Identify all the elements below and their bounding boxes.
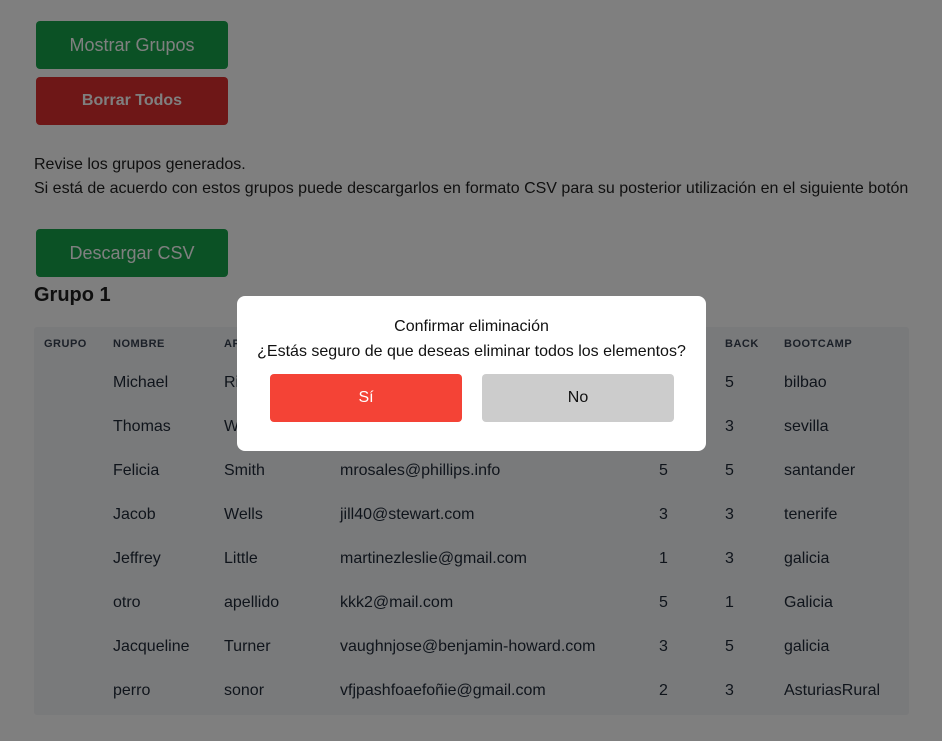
dialog-title: Confirmar eliminación (394, 318, 549, 335)
confirm-dialog: Confirmar eliminación ¿Estás seguro de q… (237, 296, 706, 451)
confirm-yes-button[interactable]: Sí (270, 374, 462, 422)
confirm-no-button[interactable]: No (482, 374, 674, 422)
dialog-message: ¿Estás seguro de que deseas eliminar tod… (257, 343, 686, 360)
